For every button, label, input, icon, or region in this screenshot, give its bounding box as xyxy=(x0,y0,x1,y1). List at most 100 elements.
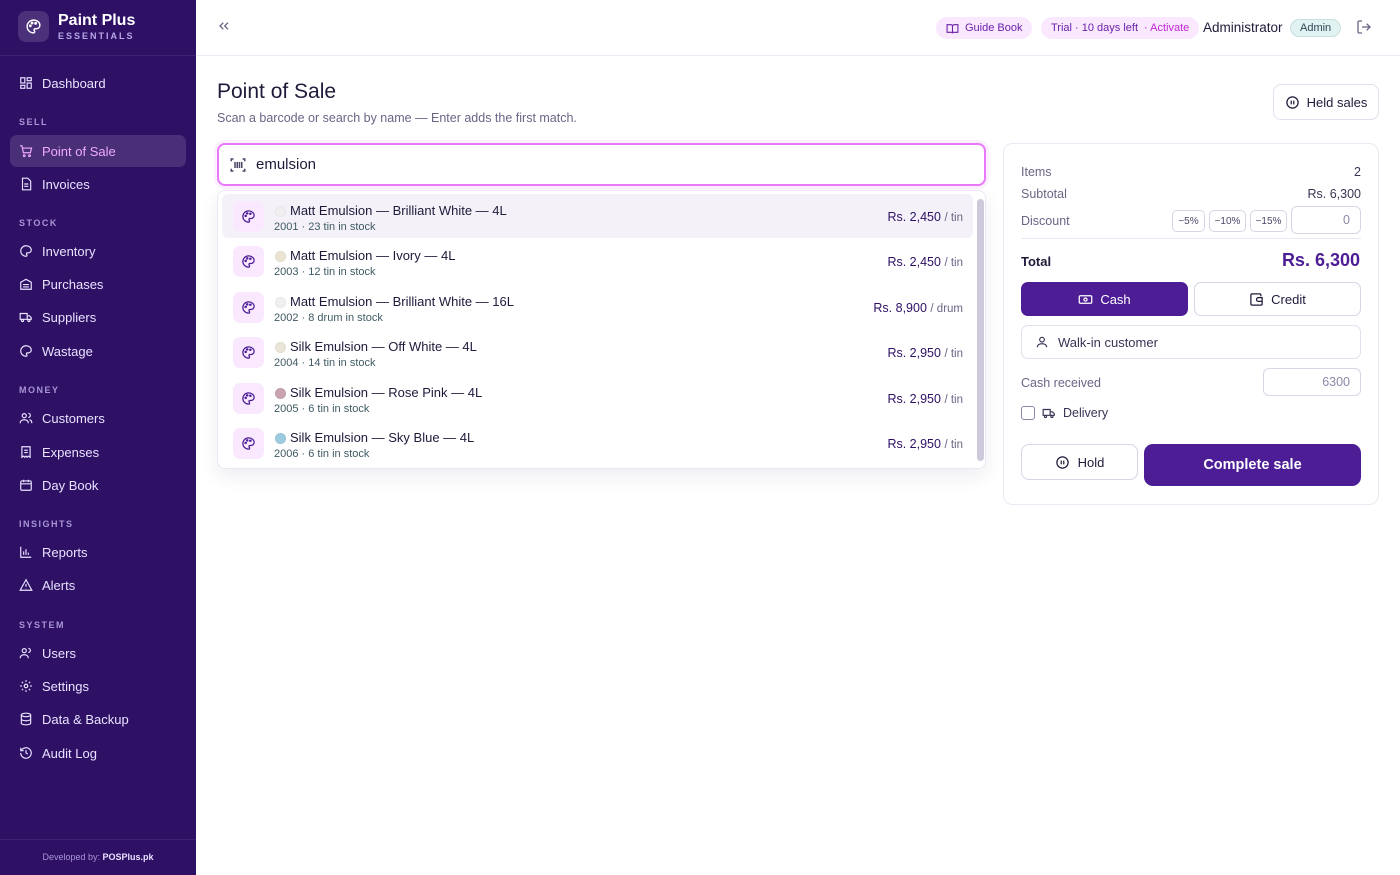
sidebar-item-label: Purchases xyxy=(42,276,104,292)
color-swatch xyxy=(275,387,286,399)
brand-subtitle: ESSENTIALS xyxy=(58,30,135,41)
search-box[interactable] xyxy=(217,143,986,186)
result-price: Rs. 8,900 / drum xyxy=(873,301,963,315)
cash-received-input[interactable]: 6300 xyxy=(1263,368,1361,396)
sidebar-item-label: Alerts xyxy=(42,577,76,593)
search-result-item[interactable]: Matt Emulsion — Brilliant White — 4L 2001… xyxy=(222,194,973,238)
guide-book-button[interactable]: Guide Book xyxy=(936,17,1033,39)
sidebar-item-settings[interactable]: Settings xyxy=(10,670,186,702)
result-meta: 2005 · 6 tin in stock xyxy=(274,402,370,415)
held-sales-label: Held sales xyxy=(1306,94,1368,110)
users-icon xyxy=(19,412,33,424)
discount-10-button[interactable]: −10% xyxy=(1209,210,1246,232)
sidebar-item-alerts[interactable]: Alerts xyxy=(10,569,186,601)
delivery-toggle[interactable]: Delivery xyxy=(1021,406,1108,420)
total-label: Total xyxy=(1021,254,1052,269)
discount-input[interactable]: 0 xyxy=(1291,206,1361,234)
price-unit: / tin xyxy=(944,393,963,406)
customer-selector[interactable]: Walk-in customer xyxy=(1021,325,1361,359)
complete-sale-button[interactable]: Complete sale xyxy=(1144,444,1361,486)
sidebar-item-customers[interactable]: Customers xyxy=(10,402,186,434)
sidebar-item-purchases[interactable]: Purchases xyxy=(10,268,186,300)
search-result-item[interactable]: Silk Emulsion — Off White — 4L 2004 · 14 … xyxy=(222,330,973,374)
sidebar-item-invoices[interactable]: Invoices xyxy=(10,168,186,200)
sidebar-item-wastage[interactable]: Wastage xyxy=(10,335,186,367)
brand[interactable]: Paint Plus ESSENTIALS xyxy=(18,11,135,42)
result-price: Rs. 2,950 / tin xyxy=(887,437,963,451)
result-meta: 2003 · 12 tin in stock xyxy=(274,266,376,279)
gear-icon xyxy=(20,680,32,692)
scrollbar-thumb[interactable] xyxy=(977,199,984,461)
items-row: Items 2 xyxy=(1021,165,1361,179)
search-input[interactable] xyxy=(256,156,936,173)
sidebar-item-label: Dashboard xyxy=(42,75,106,91)
sidebar-item-dashboard[interactable]: Dashboard xyxy=(10,67,186,99)
page-title: Point of Sale xyxy=(217,80,337,103)
footer-brand-link[interactable]: POSPlus.pk xyxy=(103,852,154,862)
sidebar-item-day-book[interactable]: Day Book xyxy=(10,469,186,501)
palette-icon xyxy=(233,201,264,232)
user-icon xyxy=(19,647,31,659)
sidebar-item-point-of-sale[interactable]: Point of Sale xyxy=(10,135,186,167)
sidebar-item-suppliers[interactable]: Suppliers xyxy=(10,301,186,333)
result-price: Rs. 2,950 / tin xyxy=(887,392,963,406)
sidebar: Paint Plus ESSENTIALS Dashboard SELL Poi… xyxy=(0,0,196,875)
cash-payment-button[interactable]: Cash xyxy=(1021,282,1188,316)
discount-5-button[interactable]: −5% xyxy=(1172,210,1205,232)
price-value: Rs. 2,950 xyxy=(887,346,941,361)
result-meta: 2002 · 8 drum in stock xyxy=(274,311,383,324)
hold-button[interactable]: Hold xyxy=(1021,444,1138,480)
section-insights: INSIGHTS xyxy=(19,519,74,529)
warehouse-icon xyxy=(20,278,32,290)
divider xyxy=(0,839,196,840)
price-value: Rs. 2,950 xyxy=(887,437,941,451)
sidebar-item-label: Settings xyxy=(42,678,89,694)
price-unit: / tin xyxy=(944,439,963,451)
bar-chart-icon xyxy=(20,546,32,558)
price-value: Rs. 8,900 xyxy=(873,300,927,315)
discount-15-button[interactable]: −15% xyxy=(1250,210,1287,232)
result-price: Rs. 2,450 / tin xyxy=(887,255,963,269)
held-sales-button[interactable]: Held sales xyxy=(1273,84,1379,120)
logout-icon[interactable] xyxy=(1356,19,1374,37)
divider xyxy=(0,55,196,56)
color-swatch xyxy=(275,342,286,354)
credit-payment-button[interactable]: Credit xyxy=(1194,282,1361,316)
book-icon xyxy=(946,23,959,33)
search-result-item[interactable]: Silk Emulsion — Sky Blue — 4L 2006 · 6 ti… xyxy=(222,421,973,465)
result-name: Silk Emulsion — Off White — 4L xyxy=(290,339,477,355)
section-sell: SELL xyxy=(19,117,49,127)
sidebar-item-users[interactable]: Users xyxy=(10,637,186,669)
collapse-sidebar-icon[interactable] xyxy=(216,18,236,38)
dashboard-icon xyxy=(20,77,32,89)
sidebar-item-label: Expenses xyxy=(42,444,100,460)
scrollbar[interactable] xyxy=(977,199,984,461)
calendar-icon xyxy=(20,479,32,491)
items-label: Items xyxy=(1021,165,1052,179)
sidebar-item-inventory[interactable]: Inventory xyxy=(10,235,186,267)
hold-label: Hold xyxy=(1077,454,1105,470)
search-result-item[interactable]: Matt Emulsion — Ivory — 4L 2003 · 12 tin … xyxy=(222,239,973,283)
user-icon xyxy=(1036,336,1048,348)
sidebar-item-audit-log[interactable]: Audit Log xyxy=(10,737,186,769)
search-result-item[interactable]: Silk Emulsion — Rose Pink — 4L 2005 · 6 t… xyxy=(222,376,973,420)
role-badge: Admin xyxy=(1290,19,1342,37)
search-result-item[interactable]: Matt Emulsion — Brilliant White — 16L 200… xyxy=(222,285,973,329)
items-value: 2 xyxy=(1354,165,1361,179)
subtotal-row: Subtotal Rs. 6,300 xyxy=(1021,187,1361,201)
wallet-icon xyxy=(1250,292,1263,306)
delivery-checkbox[interactable] xyxy=(1021,406,1035,420)
sidebar-item-data-backup[interactable]: Data & Backup xyxy=(10,703,186,735)
price-unit: / tin xyxy=(944,348,963,361)
cash-label: Cash xyxy=(1100,291,1131,307)
sidebar-item-label: Reports xyxy=(42,544,88,560)
activate-link[interactable]: · Activate xyxy=(1144,22,1189,34)
database-icon xyxy=(20,712,32,726)
customer-label: Walk-in customer xyxy=(1058,334,1158,350)
sidebar-item-label: Inventory xyxy=(42,243,96,259)
trial-badge[interactable]: Trial · 10 days left · Activate xyxy=(1041,17,1200,39)
delivery-label: Delivery xyxy=(1063,406,1109,420)
sidebar-item-reports[interactable]: Reports xyxy=(10,536,186,568)
sidebar-item-expenses[interactable]: Expenses xyxy=(10,436,186,468)
section-system: SYSTEM xyxy=(19,620,66,630)
